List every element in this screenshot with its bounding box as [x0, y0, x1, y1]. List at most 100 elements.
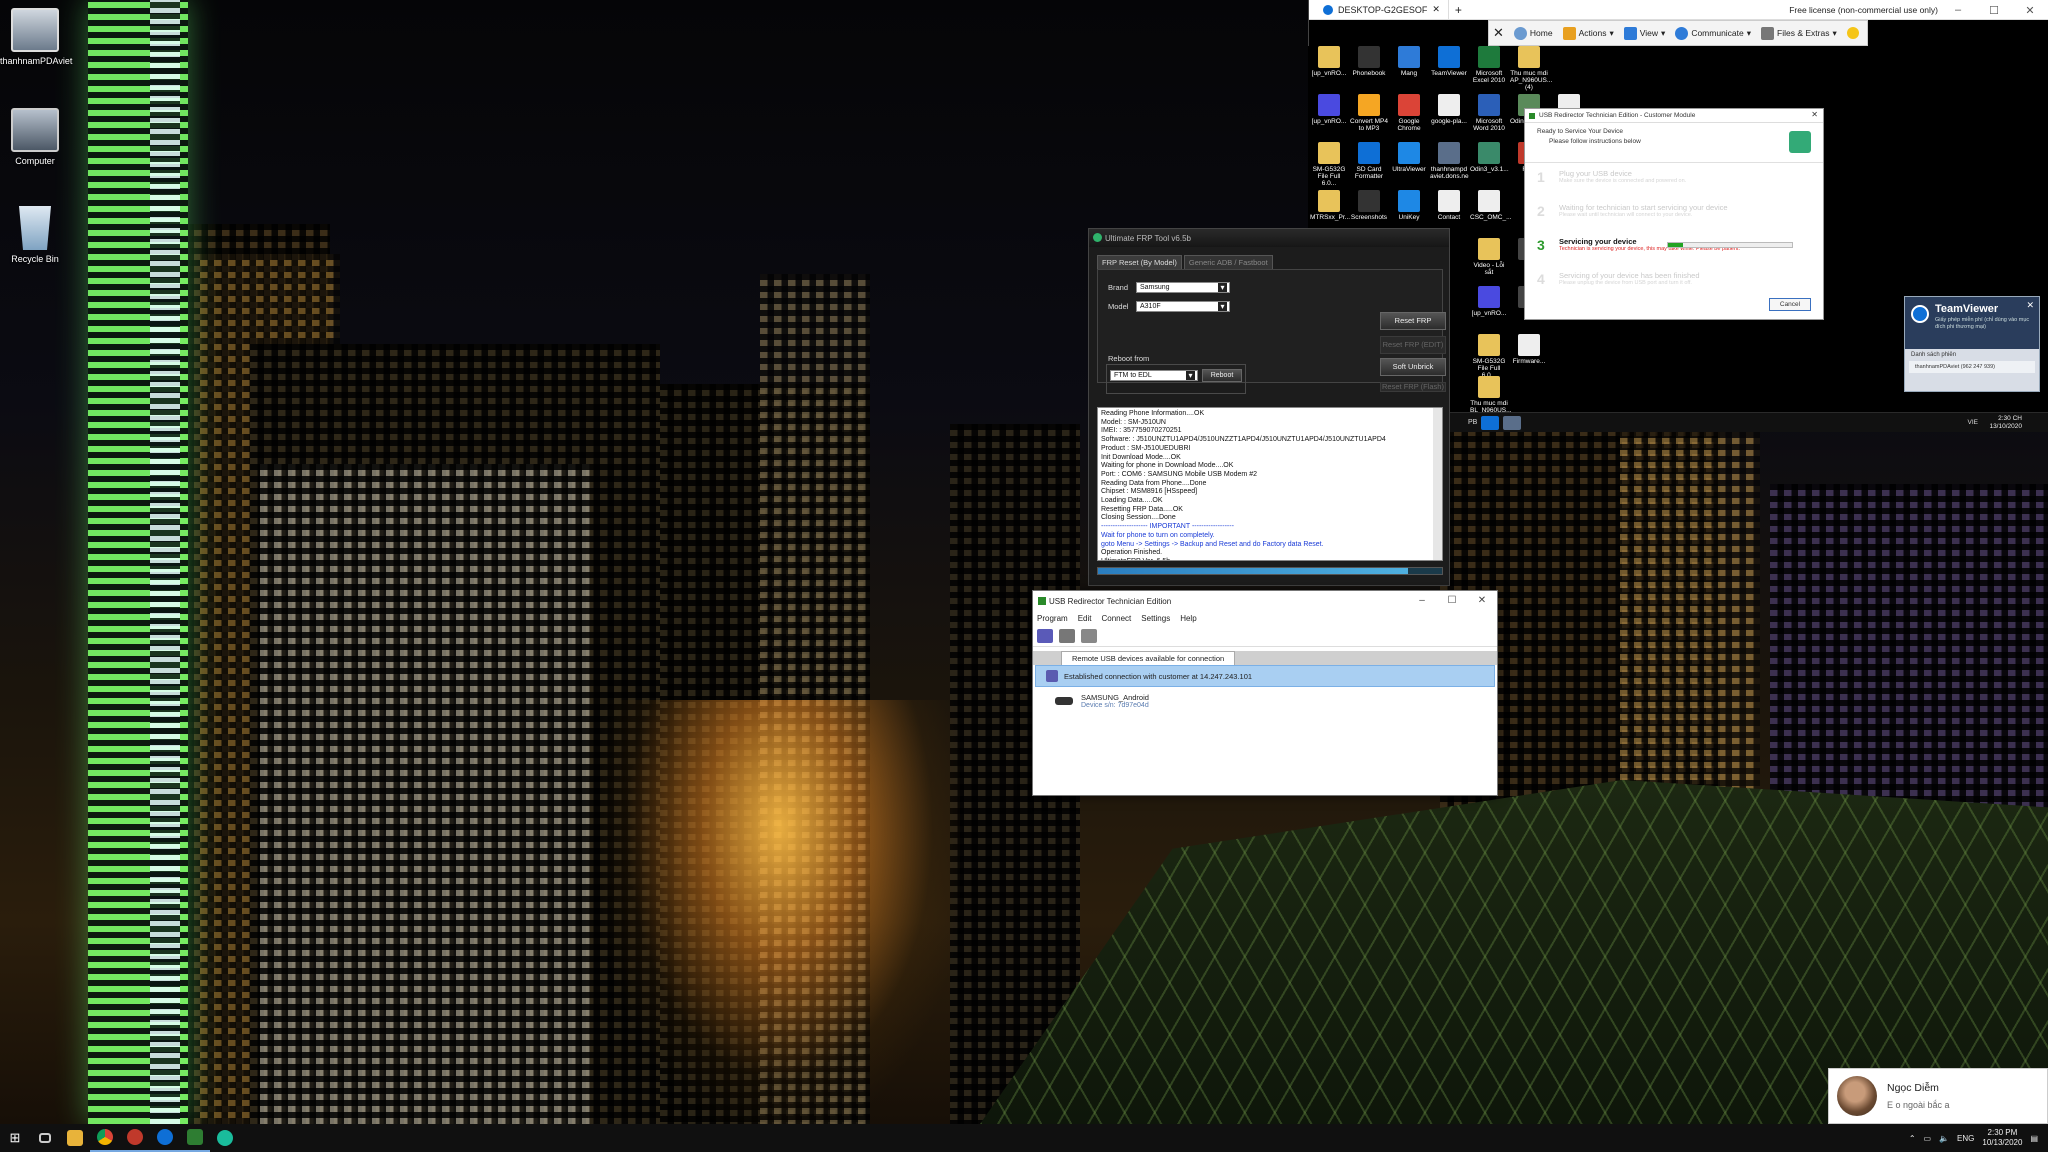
- remote-desktop-icon[interactable]: [up_vnRO...: [1470, 286, 1508, 317]
- tab-remote-session[interactable]: DESKTOP-G2GESOF ✕: [1315, 0, 1449, 20]
- remote-desktop-icon[interactable]: Mang: [1390, 46, 1428, 77]
- remote-desktop-icon[interactable]: Phonebook: [1350, 46, 1388, 77]
- device-name: SAMSUNG_Android: [1081, 693, 1149, 702]
- remote-desktop-icon[interactable]: SM-G532G File Full 6.0...: [1310, 142, 1348, 187]
- tab-frp-reset[interactable]: FRP Reset (By Model): [1097, 255, 1182, 270]
- toolbar-files[interactable]: Files & Extras ▾: [1761, 26, 1837, 40]
- start-windows-icon[interactable]: ⊞: [0, 1124, 30, 1152]
- remote-desktop-icon[interactable]: thanhnampd aviet.dons.ne: [1430, 142, 1469, 180]
- remote-desktop-icon[interactable]: UniKey: [1390, 190, 1428, 221]
- reset-frp-flash-button[interactable]: Reset FRP (Flash): [1380, 382, 1446, 392]
- notification-center-icon[interactable]: ▤: [2030, 1134, 2038, 1143]
- usb-redirector-taskbar-icon[interactable]: [180, 1124, 210, 1152]
- menu-settings[interactable]: Settings: [1141, 614, 1170, 623]
- frp-log-output[interactable]: Reading Phone Information....OK Model: : …: [1097, 407, 1443, 561]
- brand-select[interactable]: Samsung: [1136, 282, 1230, 293]
- connect-device-icon[interactable]: [1059, 628, 1075, 643]
- language-indicator[interactable]: ENG: [1957, 1134, 1974, 1143]
- remote-desktop-icon[interactable]: Video - Lỗi sắt: [1470, 238, 1508, 276]
- device-row[interactable]: SAMSUNG_Android Device s/n: 7d97e04d: [1033, 687, 1497, 709]
- remote-desktop-icon[interactable]: MTRSxx_Pr...: [1310, 190, 1350, 221]
- remote-desktop-icon[interactable]: Contact: [1430, 190, 1468, 221]
- file-explorer-icon[interactable]: [60, 1124, 90, 1152]
- log-scrollbar[interactable]: [1433, 408, 1442, 560]
- chevron-up-icon[interactable]: ⌃: [1909, 1134, 1916, 1143]
- toolbar-communicate[interactable]: Communicate ▾: [1675, 26, 1751, 40]
- menu-help[interactable]: Help: [1180, 614, 1196, 623]
- new-tab-icon[interactable]: +: [1449, 3, 1462, 17]
- close-icon[interactable]: ✕: [1432, 4, 1440, 15]
- network-icon[interactable]: ▭: [1924, 1134, 1932, 1143]
- chat-notification[interactable]: Ngọc Diễm E o ngoài bắc a: [1828, 1068, 2048, 1124]
- close-window-icon[interactable]: ✕: [2012, 0, 2048, 20]
- remote-desktop-icon[interactable]: TeamViewer: [1430, 46, 1468, 77]
- task-view-icon[interactable]: [30, 1124, 60, 1152]
- remote-desktop-icon[interactable]: Google Chrome: [1390, 94, 1428, 132]
- reset-frp-button[interactable]: Reset FRP: [1380, 312, 1446, 330]
- session-item[interactable]: thanhnamPDAviet (962 247 939): [1909, 361, 2035, 373]
- close-icon[interactable]: ✕: [1467, 591, 1497, 611]
- close-icon[interactable]: ✕: [1811, 110, 1818, 119]
- volume-icon[interactable]: 🔈: [1939, 1134, 1949, 1143]
- menu-connect[interactable]: Connect: [1101, 614, 1131, 623]
- app-taskbar-icon[interactable]: [210, 1124, 240, 1152]
- remote-clock[interactable]: 2:30 CH 13/10/2020: [1989, 415, 2022, 431]
- ultimate-frp-taskbar-icon[interactable]: [120, 1124, 150, 1152]
- remote-desktop-icon[interactable]: Odin3_v3.1...: [1470, 142, 1509, 173]
- remote-desktop-icon[interactable]: Microsoft Word 2010: [1470, 94, 1508, 132]
- remote-desktop-icon[interactable]: [up_vnRO...: [1310, 46, 1348, 77]
- menu-program[interactable]: Program: [1037, 614, 1068, 623]
- chrome-icon[interactable]: [90, 1124, 120, 1152]
- remote-usb-icon[interactable]: [1503, 415, 1522, 430]
- toolbar-view[interactable]: View ▾: [1623, 26, 1665, 40]
- model-select[interactable]: A310F: [1136, 301, 1230, 312]
- desktop-icon-recycle-bin[interactable]: Recycle Bin: [0, 206, 70, 264]
- task-view-glyph: [39, 1133, 51, 1143]
- menu-edit[interactable]: Edit: [1078, 614, 1092, 623]
- minimize-icon[interactable]: –: [1940, 0, 1976, 20]
- remote-desktop-icon[interactable]: CSC_OMC_...: [1470, 190, 1512, 221]
- remote-desktop-icon[interactable]: Convert MP4 to MP3: [1350, 94, 1388, 132]
- add-server-icon[interactable]: [1037, 628, 1053, 643]
- connection-row[interactable]: Established connection with customer at …: [1035, 665, 1495, 687]
- remote-desktop-icon[interactable]: Screenshots: [1350, 190, 1388, 221]
- cancel-button[interactable]: Cancel: [1769, 298, 1811, 311]
- toolbar-actions[interactable]: Actions ▾: [1562, 26, 1614, 40]
- remote-desktop-icon[interactable]: SD Card Formatter: [1350, 142, 1388, 180]
- remote-date: 13/10/2020: [1989, 423, 2022, 431]
- minimize-icon[interactable]: –: [1407, 591, 1437, 611]
- remote-lang[interactable]: VIE: [1968, 419, 1978, 426]
- desktop-icon-thanhnampdaviet[interactable]: thanhnamPDAviet: [0, 8, 72, 66]
- emoji-icon[interactable]: [1846, 27, 1859, 39]
- teamviewer-taskbar-icon[interactable]: [150, 1124, 180, 1152]
- reboot-button[interactable]: Reboot: [1202, 369, 1242, 382]
- clock[interactable]: 2:30 PM 10/13/2020: [1982, 1128, 2022, 1148]
- file-icon: [1318, 142, 1340, 164]
- soft-unbrick-button[interactable]: Soft Unbrick: [1380, 358, 1446, 376]
- remote-desktop-icon[interactable]: Thu muc mdi AP_N960US... (4): [1510, 46, 1552, 91]
- actions-icon: [1562, 26, 1576, 40]
- tab-remote-devices[interactable]: Remote USB devices available for connect…: [1061, 651, 1236, 665]
- remote-desktop-icon-label: Microsoft Excel 2010: [1472, 70, 1506, 85]
- close-icon[interactable]: ✕: [2026, 300, 2034, 311]
- maximize-icon[interactable]: ☐: [1437, 591, 1467, 611]
- disconnect-device-icon[interactable]: [1081, 628, 1097, 643]
- remote-desktop-icon[interactable]: google-pla...: [1430, 94, 1468, 125]
- remote-desktop-icon[interactable]: [up_vnRO...: [1310, 94, 1348, 125]
- remote-desktop-icon[interactable]: SM-G532G File Full 6.0...: [1470, 334, 1508, 379]
- maximize-icon[interactable]: ☐: [1976, 0, 2012, 20]
- remote-desktop-icon[interactable]: UltraViewer: [1390, 142, 1428, 173]
- toolbar-home[interactable]: Home: [1513, 26, 1553, 40]
- close-session-icon[interactable]: ✕: [1493, 25, 1504, 41]
- file-icon: [1478, 190, 1500, 212]
- reboot-from-select[interactable]: FTM to EDL: [1110, 370, 1198, 381]
- tab-generic-adb[interactable]: Generic ADB / Fastboot: [1183, 255, 1273, 270]
- remote-desktop-icon[interactable]: Microsoft Excel 2010: [1470, 46, 1508, 84]
- file-icon: [1318, 46, 1340, 68]
- remote-taskbar-pb[interactable]: PB: [1468, 419, 1477, 426]
- log-line: Closing Session....Done: [1101, 514, 1176, 522]
- reset-frp-edit-button[interactable]: Reset FRP (EDIT): [1380, 336, 1446, 354]
- desktop-icon-computer[interactable]: Computer: [0, 108, 70, 166]
- remote-desktop-icon[interactable]: Firmware...: [1510, 334, 1548, 365]
- remote-teamviewer-icon[interactable]: [1481, 415, 1500, 430]
